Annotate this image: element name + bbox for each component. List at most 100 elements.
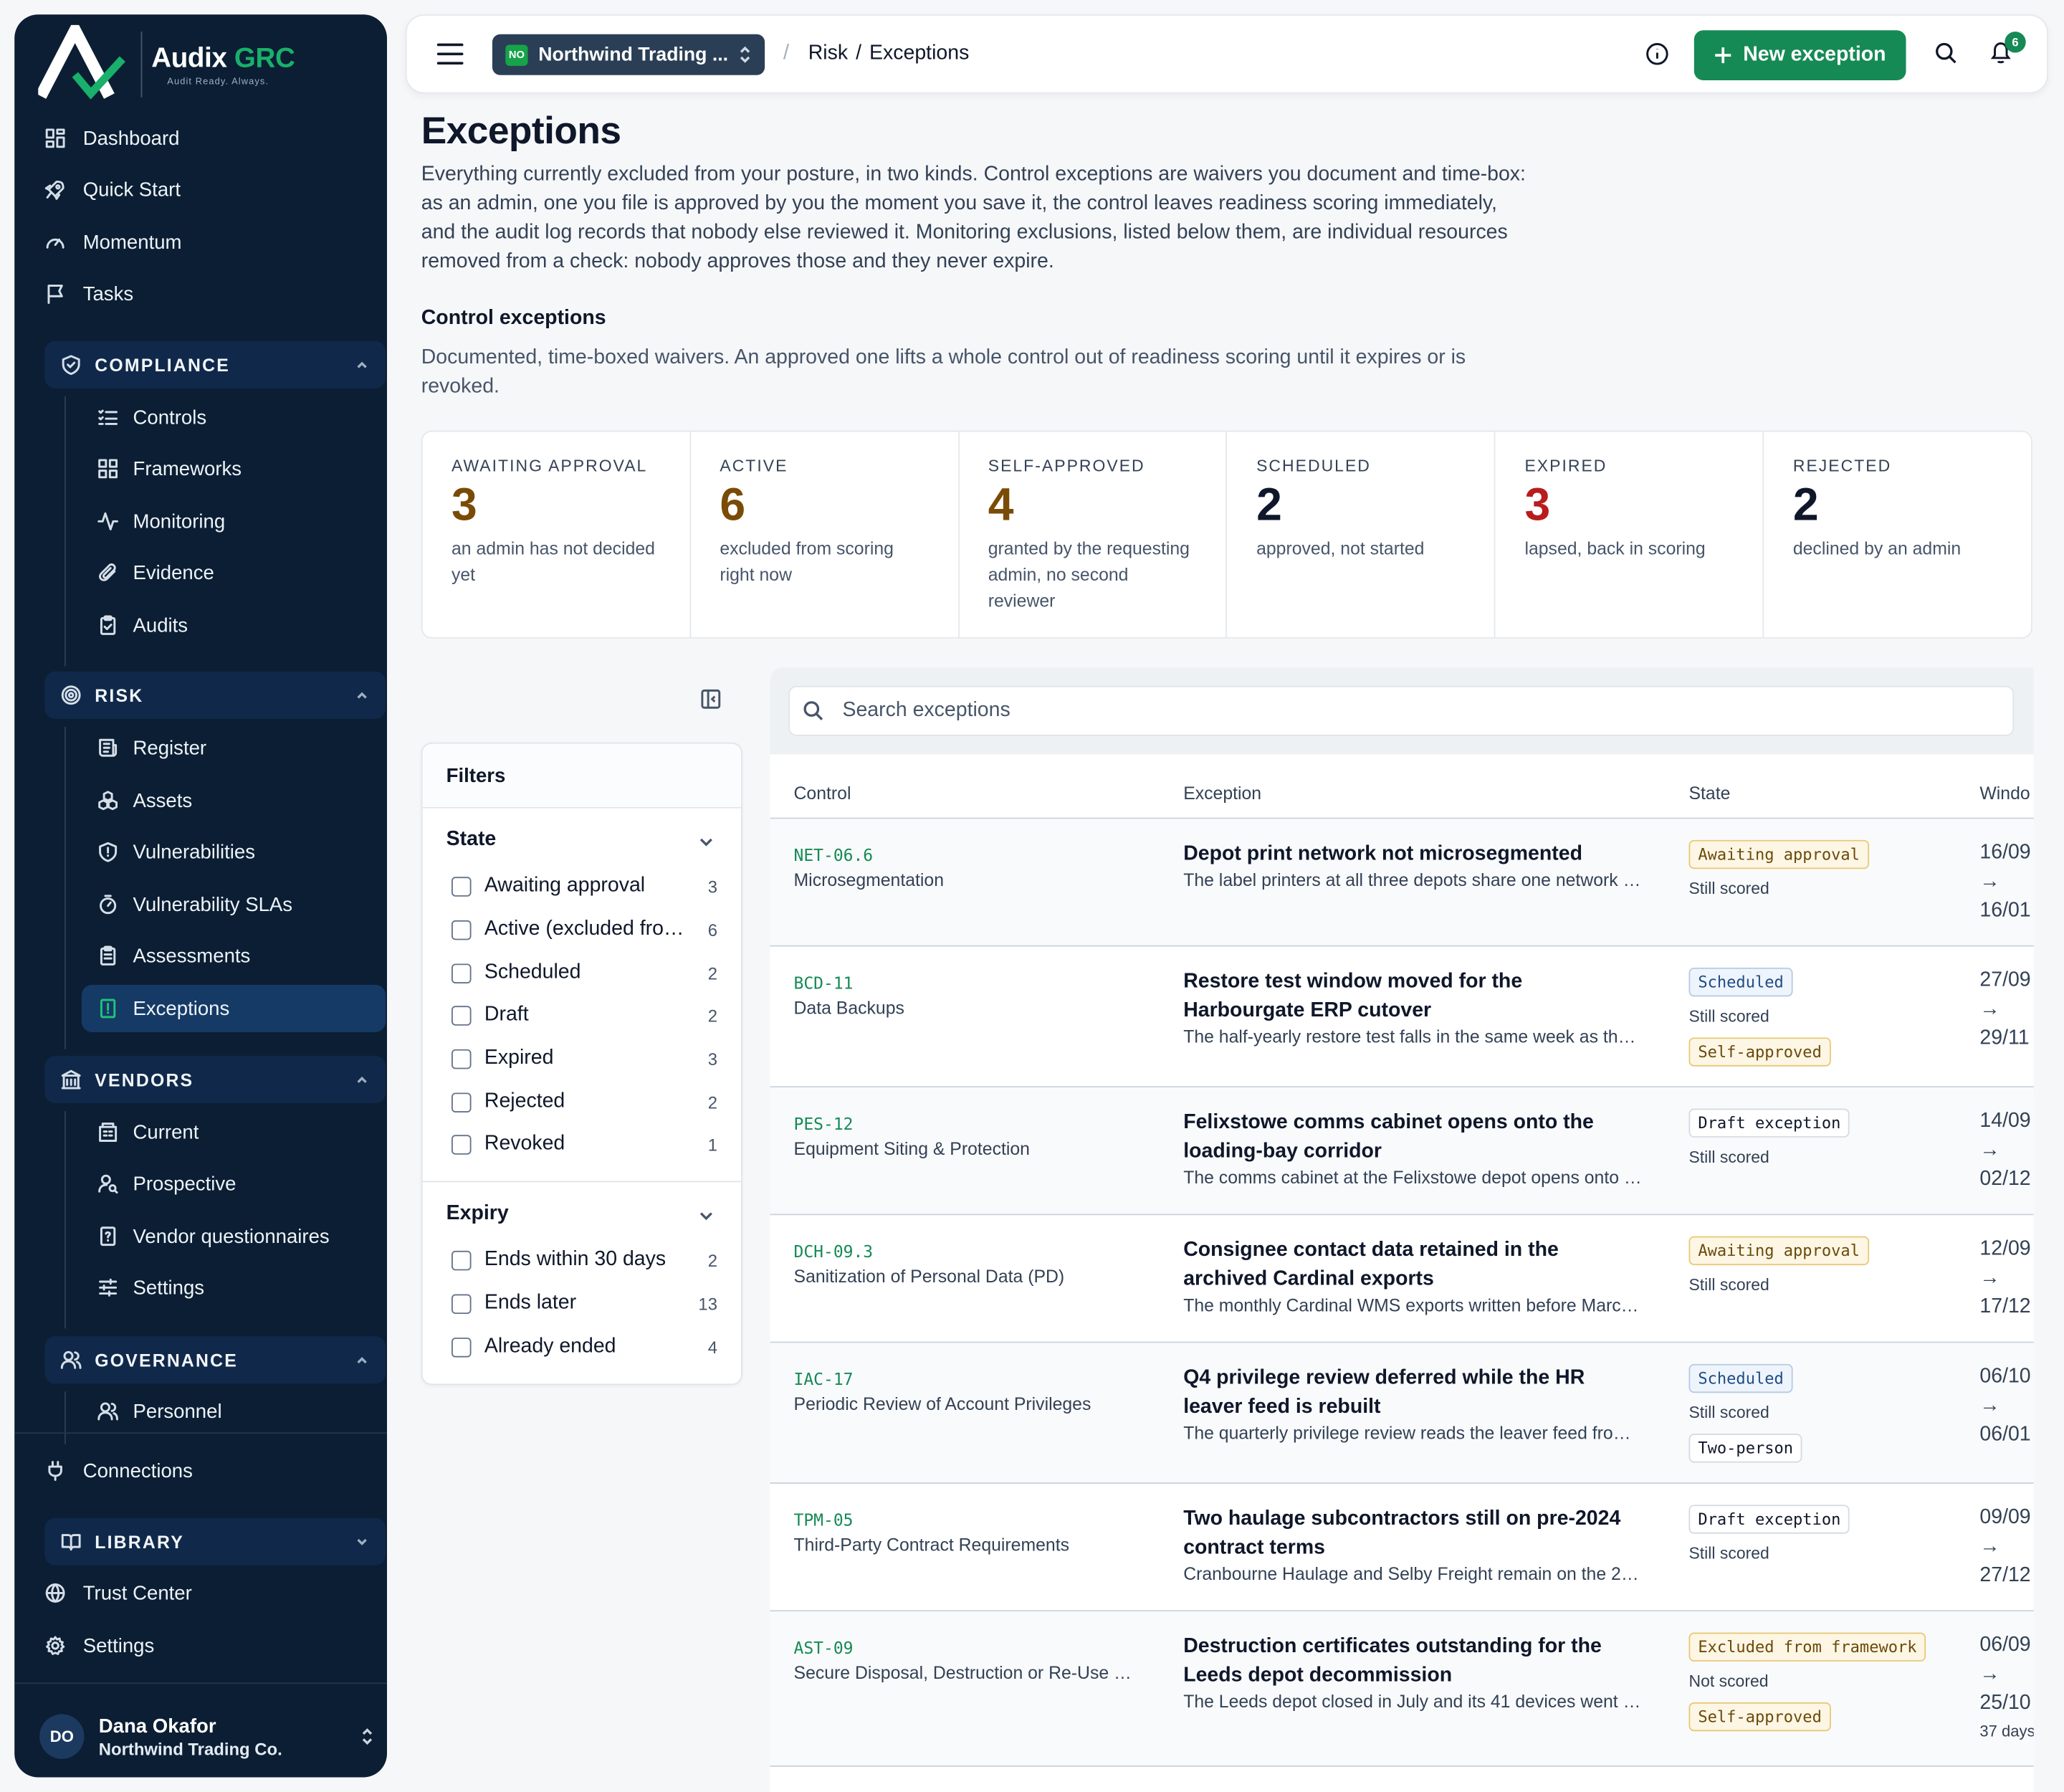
brand[interactable]: Audix GRC Audit Ready. Always. — [35, 17, 295, 107]
filter-draft[interactable]: Draft 2 — [451, 1001, 717, 1029]
nav-audits[interactable]: Audits — [82, 601, 386, 649]
exception-title[interactable]: Consignee contact data retained in the a… — [1183, 1236, 1644, 1293]
filter-active[interactable]: Active (excluded from scoring)6 — [451, 915, 717, 944]
control-code[interactable]: PES-12 — [794, 1114, 854, 1134]
exception-title[interactable]: Depot print network not microsegmented — [1183, 840, 1644, 868]
nav-tasks[interactable]: Tasks — [44, 272, 386, 315]
nav-current[interactable]: Current — [82, 1109, 386, 1156]
section-compliance[interactable]: COMPLIANCE — [44, 340, 386, 389]
nav-exceptions[interactable]: Exceptions — [81, 984, 386, 1032]
chevron-up-icon — [354, 687, 370, 703]
nav-register[interactable]: Register — [82, 724, 386, 771]
checkbox[interactable] — [451, 1048, 472, 1069]
exception-title[interactable]: Felixstowe comms cabinet opens onto the … — [1183, 1109, 1644, 1166]
stat-expired[interactable]: EXPIRED 3 lapsed, back in scoring — [1496, 432, 1764, 637]
nav-vendor-settings[interactable]: Settings — [82, 1264, 386, 1311]
filter-ends-later[interactable]: Ends later 13 — [451, 1289, 717, 1317]
stat-rejected[interactable]: REJECTED 2 declined by an admin — [1764, 432, 2031, 637]
checkbox[interactable] — [451, 1134, 472, 1154]
exception-title[interactable]: Q4 privilege review deferred while the H… — [1183, 1364, 1644, 1421]
table-row[interactable]: PES-12 Equipment Siting & Protection Fel… — [770, 1087, 2034, 1216]
nav-quick-start[interactable]: Quick Start — [44, 168, 386, 211]
nav-vulnerability-slas[interactable]: Vulnerability SLAs — [82, 881, 386, 928]
nav-evidence[interactable]: Evidence — [82, 549, 386, 596]
control-code[interactable]: NET-06.6 — [794, 845, 874, 865]
breadcrumb-risk[interactable]: Risk — [808, 42, 848, 66]
nav-settings[interactable]: Settings — [44, 1624, 386, 1667]
filter-expired[interactable]: Expired 3 — [451, 1044, 717, 1073]
user-menu[interactable]: DO Dana Okafor Northwind Trading Co. — [39, 1700, 382, 1773]
nav-vendor-questionnaires[interactable]: Vendor questionnaires — [82, 1213, 386, 1260]
nav-prospective[interactable]: Prospective — [82, 1160, 386, 1207]
stat-active[interactable]: ACTIVE 6 excluded from scoring right now — [691, 432, 960, 637]
filter-scheduled[interactable]: Scheduled 2 — [451, 958, 717, 987]
nav-frameworks[interactable]: Frameworks — [82, 445, 386, 492]
nav-vulnerabilities[interactable]: Vulnerabilities — [82, 828, 386, 875]
table-row[interactable]: BCD-11 Data Backups Restore test window … — [770, 947, 2034, 1088]
section-library[interactable]: LIBRARY — [44, 1517, 386, 1565]
info-icon[interactable] — [1645, 42, 1672, 69]
checkbox[interactable] — [451, 919, 472, 940]
chevron-down-icon[interactable] — [697, 1207, 715, 1231]
filter-group-expiry[interactable]: Expiry — [446, 1202, 509, 1226]
section-governance[interactable]: GOVERNANCE — [44, 1336, 386, 1384]
nav-personnel[interactable]: Personnel — [82, 1388, 386, 1435]
filter-awaiting-approval[interactable]: Awaiting approval 3 — [451, 872, 717, 900]
filter-already-ended[interactable]: Already ended 4 — [451, 1333, 717, 1361]
control-code[interactable]: BCD-11 — [794, 973, 854, 993]
search-icon[interactable] — [1935, 42, 1962, 69]
control-code[interactable]: AST-09 — [794, 1638, 854, 1658]
column-window[interactable]: Windo — [1979, 783, 2030, 804]
stat-scheduled[interactable]: SCHEDULED 2 approved, not started — [1228, 432, 1496, 637]
checkbox[interactable] — [451, 1293, 472, 1314]
section-risk[interactable]: RISK — [44, 671, 386, 719]
column-exception[interactable]: Exception — [1183, 783, 1261, 804]
nav-controls[interactable]: Controls — [82, 394, 386, 441]
section-vendors[interactable]: VENDORS — [44, 1056, 386, 1104]
table-row[interactable]: TPM-05 Third-Party Contract Requirements… — [770, 1484, 2034, 1612]
nav-momentum[interactable]: Momentum — [44, 221, 386, 264]
search-field[interactable] — [788, 685, 2015, 736]
chevron-down-icon[interactable] — [697, 834, 715, 857]
window-end: 02/12 — [1979, 1168, 2031, 1191]
nav-assets[interactable]: Assets — [82, 777, 386, 824]
exception-title[interactable]: Destruction certificates outstanding for… — [1183, 1633, 1644, 1689]
table-row[interactable]: IAC-17 Periodic Review of Account Privil… — [770, 1343, 2034, 1484]
exception-title[interactable]: Two haulage subcontractors still on pre-… — [1183, 1505, 1644, 1561]
notifications-button[interactable]: 6 — [1989, 32, 2026, 71]
org-switcher[interactable]: NO Northwind Trading ... — [492, 34, 765, 75]
control-code[interactable]: IAC-17 — [794, 1369, 854, 1389]
stat-self-approved[interactable]: SELF-APPROVED 4 granted by the requestin… — [959, 432, 1228, 637]
checkbox[interactable] — [451, 963, 472, 983]
checkbox[interactable] — [451, 1249, 472, 1270]
nav-dashboard[interactable]: Dashboard — [44, 117, 386, 159]
column-state[interactable]: State — [1688, 783, 1730, 804]
table-row[interactable]: DCH-09.3 Sanitization of Personal Data (… — [770, 1215, 2034, 1343]
control-code[interactable]: DCH-09.3 — [794, 1241, 874, 1262]
collapse-filters-icon[interactable] — [700, 689, 721, 710]
checkbox[interactable] — [451, 1005, 472, 1025]
control-code[interactable]: TPM-05 — [794, 1510, 854, 1530]
filter-group-state[interactable]: State — [446, 828, 497, 852]
checkbox[interactable] — [451, 876, 472, 896]
filter-revoked[interactable]: Revoked 1 — [451, 1130, 717, 1158]
checkbox[interactable] — [451, 1337, 472, 1357]
nav-trust-center[interactable]: Trust Center — [44, 1572, 386, 1614]
nav-monitoring[interactable]: Monitoring — [82, 497, 386, 545]
table-row[interactable]: NET-06.6 Microsegmentation Depot print n… — [770, 819, 2034, 947]
column-control[interactable]: Control — [794, 783, 851, 804]
exception-title[interactable]: Restore test window moved for the Harbou… — [1183, 968, 1644, 1024]
checkbox[interactable] — [451, 1092, 472, 1112]
nav-connections[interactable]: Connections — [44, 1449, 386, 1492]
filter-ends-within-30-days[interactable]: Ends within 30 days 2 — [451, 1246, 717, 1274]
new-exception-button[interactable]: New exception — [1693, 30, 1906, 81]
dashboard-icon — [44, 126, 67, 150]
nav-assessments[interactable]: Assessments — [82, 932, 386, 979]
stat-awaiting-approval[interactable]: AWAITING APPROVAL 3 an admin has not dec… — [423, 432, 691, 637]
notification-count: 6 — [2005, 32, 2026, 53]
control-name: Microsegmentation — [793, 870, 945, 890]
search-input[interactable] — [842, 699, 1975, 723]
table-row[interactable]: AST-09 Secure Disposal, Destruction or R… — [770, 1611, 2034, 1767]
menu-icon[interactable] — [436, 39, 464, 68]
filter-rejected[interactable]: Rejected 2 — [451, 1087, 717, 1116]
